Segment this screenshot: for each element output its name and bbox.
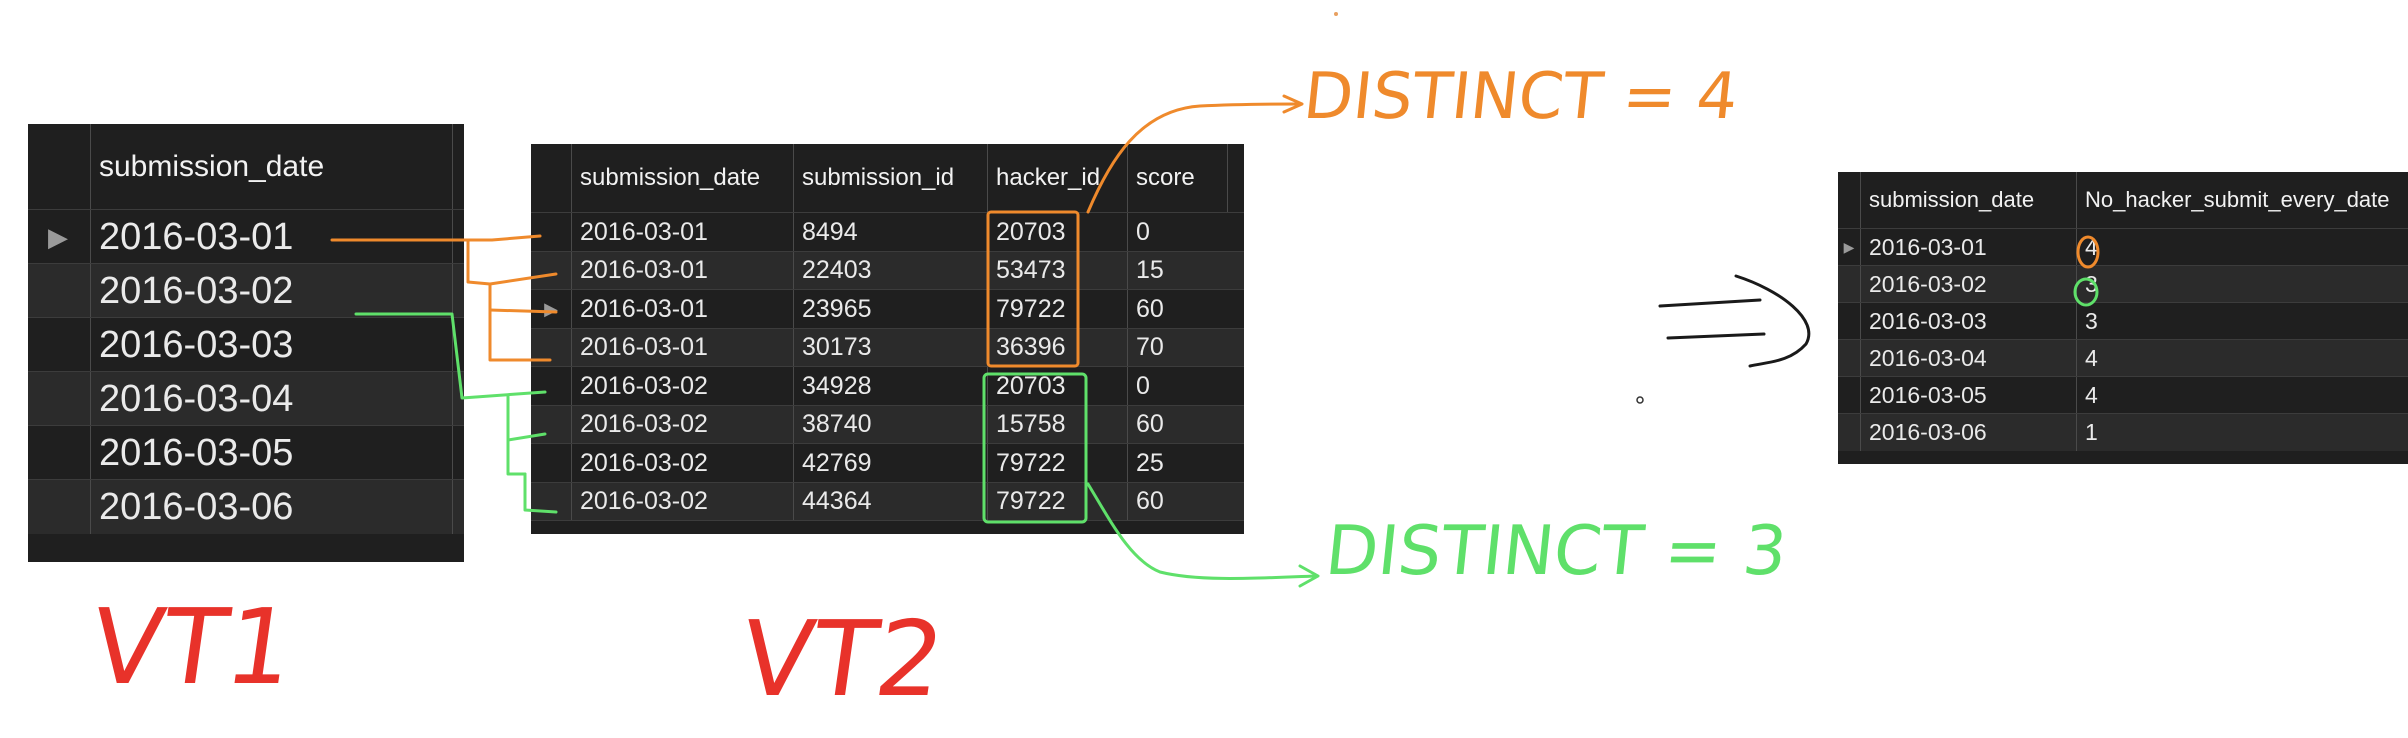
- vt1-cell-submission-date[interactable]: 2016-03-05: [90, 426, 452, 480]
- vt1-table-row[interactable]: 2016-03-05: [28, 425, 464, 480]
- vt2-table-row[interactable]: 2016-03-02 44364 79722 60: [531, 481, 1244, 521]
- vt2-cell-submission-date[interactable]: 2016-03-01: [571, 290, 793, 329]
- vt2-cell-submission-id[interactable]: 23965: [793, 290, 987, 329]
- result-header-count[interactable]: No_hacker_submit_every_date: [2076, 172, 2408, 228]
- vt1-table-row[interactable]: 2016-03-04: [28, 371, 464, 426]
- result-cell-submission-date[interactable]: 2016-03-05: [1860, 377, 2076, 414]
- vt1-table-row[interactable]: ▶ 2016-03-01: [28, 209, 464, 264]
- vt2-table-row[interactable]: 2016-03-01 30173 36396 70: [531, 327, 1244, 367]
- vt2-header: submission_date submission_id hacker_id …: [531, 144, 1244, 212]
- vt2-table-row[interactable]: 2016-03-02 38740 15758 60: [531, 404, 1244, 444]
- vt2-cell-hacker-id[interactable]: 79722: [987, 290, 1127, 329]
- vt2-label: VT2: [733, 598, 952, 720]
- result-cell-submission-date[interactable]: 2016-03-04: [1860, 340, 2076, 377]
- result-cell-count[interactable]: 4: [2076, 377, 2408, 414]
- vt2-table-row[interactable]: 2016-03-02 34928 20703 0: [531, 366, 1244, 406]
- vt2-table-row[interactable]: 2016-03-01 22403 53473 15: [531, 250, 1244, 290]
- vt2-cell-submission-id[interactable]: 30173: [793, 328, 987, 367]
- result-table-row[interactable]: 2016-03-03 3: [1838, 302, 2408, 340]
- vt2-cell-score[interactable]: 0: [1127, 213, 1227, 252]
- result-cell-count[interactable]: 3: [2076, 266, 2408, 303]
- distinct-count-top-label: DISTINCT = 4: [1300, 60, 1742, 134]
- vt1-label: VT1: [83, 586, 302, 708]
- implies-arrow-icon: [1658, 274, 1811, 368]
- vt1-table-row[interactable]: 2016-03-06: [28, 479, 464, 534]
- result-table-row[interactable]: ▶ 2016-03-01 4: [1838, 228, 2408, 266]
- vt2-cell-hacker-id[interactable]: 15758: [987, 405, 1127, 444]
- vt2-cell-submission-id[interactable]: 22403: [793, 251, 987, 290]
- vt2-cell-hacker-id[interactable]: 36396: [987, 328, 1127, 367]
- vt2-table-row[interactable]: 2016-03-02 42769 79722 25: [531, 443, 1244, 483]
- result-table-row[interactable]: 2016-03-02 3: [1838, 265, 2408, 303]
- vt2-table-row[interactable]: 2016-03-01 8494 20703 0: [531, 212, 1244, 252]
- result-header: submission_date No_hacker_submit_every_d…: [1838, 172, 2408, 228]
- result-table-row[interactable]: 2016-03-04 4: [1838, 339, 2408, 377]
- vt2-cell-hacker-id[interactable]: 20703: [987, 213, 1127, 252]
- vt2-cell-submission-id[interactable]: 42769: [793, 444, 987, 483]
- vt1-table: submission_date ▶ 2016-03-01 2016-03-02 201…: [28, 124, 464, 562]
- distinct-count-bottom-label: DISTINCT = 3: [1321, 512, 1791, 591]
- vt2-cell-submission-date[interactable]: 2016-03-02: [571, 444, 793, 483]
- vt2-table-row[interactable]: ▶ 2016-03-01 23965 79722 60: [531, 289, 1244, 329]
- vt1-header-submission-date[interactable]: submission_date: [90, 124, 452, 209]
- vt1-cell-submission-date[interactable]: 2016-03-01: [90, 210, 452, 264]
- vt2-cell-submission-date[interactable]: 2016-03-02: [571, 367, 793, 406]
- vt2-partial-table-row[interactable]: [531, 520, 1244, 534]
- vt2-cell-hacker-id[interactable]: 79722: [987, 444, 1127, 483]
- result-cell-submission-date[interactable]: 2016-03-06: [1860, 414, 2076, 451]
- current-row-arrow-icon: ▶: [48, 221, 68, 252]
- vt2-cell-submission-id[interactable]: 34928: [793, 367, 987, 406]
- vt1-cell-submission-date[interactable]: 2016-03-06: [90, 480, 452, 534]
- vt2-cell-score[interactable]: 60: [1127, 482, 1227, 521]
- vt2-cell-score[interactable]: 15: [1127, 251, 1227, 290]
- vt2-cell-hacker-id[interactable]: 53473: [987, 251, 1127, 290]
- vt2-cell-submission-id[interactable]: 44364: [793, 482, 987, 521]
- vt1-cell-submission-date[interactable]: 2016-03-02: [90, 264, 452, 318]
- result-header-submission-date[interactable]: submission_date: [1860, 172, 2076, 228]
- result-cell-submission-date[interactable]: 2016-03-03: [1860, 303, 2076, 340]
- vt1-table-row[interactable]: 2016-03-02: [28, 263, 464, 318]
- vt1-header: submission_date: [28, 124, 464, 209]
- vt1-cell-submission-date[interactable]: 2016-03-04: [90, 372, 452, 426]
- result-table-row[interactable]: 2016-03-06 1: [1838, 413, 2408, 451]
- vt2-cell-hacker-id[interactable]: 20703: [987, 367, 1127, 406]
- result-cell-submission-date[interactable]: 2016-03-02: [1860, 266, 2076, 303]
- vt2-cell-hacker-id[interactable]: 79722: [987, 482, 1127, 521]
- vt2-cell-submission-date[interactable]: 2016-03-02: [571, 405, 793, 444]
- vt2-cell-score[interactable]: 25: [1127, 444, 1227, 483]
- result-table-row[interactable]: 2016-03-05 4: [1838, 376, 2408, 414]
- vt2-cell-score[interactable]: 60: [1127, 290, 1227, 329]
- result-cell-count[interactable]: 4: [2076, 340, 2408, 377]
- vt2-cell-submission-date[interactable]: 2016-03-02: [571, 482, 793, 521]
- vt2-cell-score[interactable]: 70: [1127, 328, 1227, 367]
- vt1-cell-submission-date[interactable]: 2016-03-03: [90, 318, 452, 372]
- vt2-cell-submission-date[interactable]: 2016-03-01: [571, 213, 793, 252]
- vt2-cell-score[interactable]: 60: [1127, 405, 1227, 444]
- result-cell-count[interactable]: 3: [2076, 303, 2408, 340]
- result-cell-count[interactable]: 4: [2076, 229, 2408, 266]
- vt2-cell-submission-date[interactable]: 2016-03-01: [571, 251, 793, 290]
- vt2-table: submission_date submission_id hacker_id …: [531, 144, 1244, 534]
- vt2-header-submission-id[interactable]: submission_id: [793, 144, 987, 212]
- result-table: submission_date No_hacker_submit_every_d…: [1838, 172, 2408, 464]
- vt2-header-hacker-id[interactable]: hacker_id: [987, 144, 1127, 212]
- vt2-header-submission-date[interactable]: submission_date: [571, 144, 793, 212]
- current-row-arrow-icon: ▶: [544, 298, 558, 319]
- vt2-cell-score[interactable]: 0: [1127, 367, 1227, 406]
- vt2-cell-submission-id[interactable]: 8494: [793, 213, 987, 252]
- vt2-cell-submission-id[interactable]: 38740: [793, 405, 987, 444]
- vt2-cell-submission-date[interactable]: 2016-03-01: [571, 328, 793, 367]
- current-row-arrow-icon: ▶: [1843, 239, 1855, 255]
- vt1-table-row[interactable]: 2016-03-03: [28, 317, 464, 372]
- result-cell-count[interactable]: 1: [2076, 414, 2408, 451]
- vt2-header-score[interactable]: score: [1127, 144, 1227, 212]
- result-cell-submission-date[interactable]: 2016-03-01: [1860, 229, 2076, 266]
